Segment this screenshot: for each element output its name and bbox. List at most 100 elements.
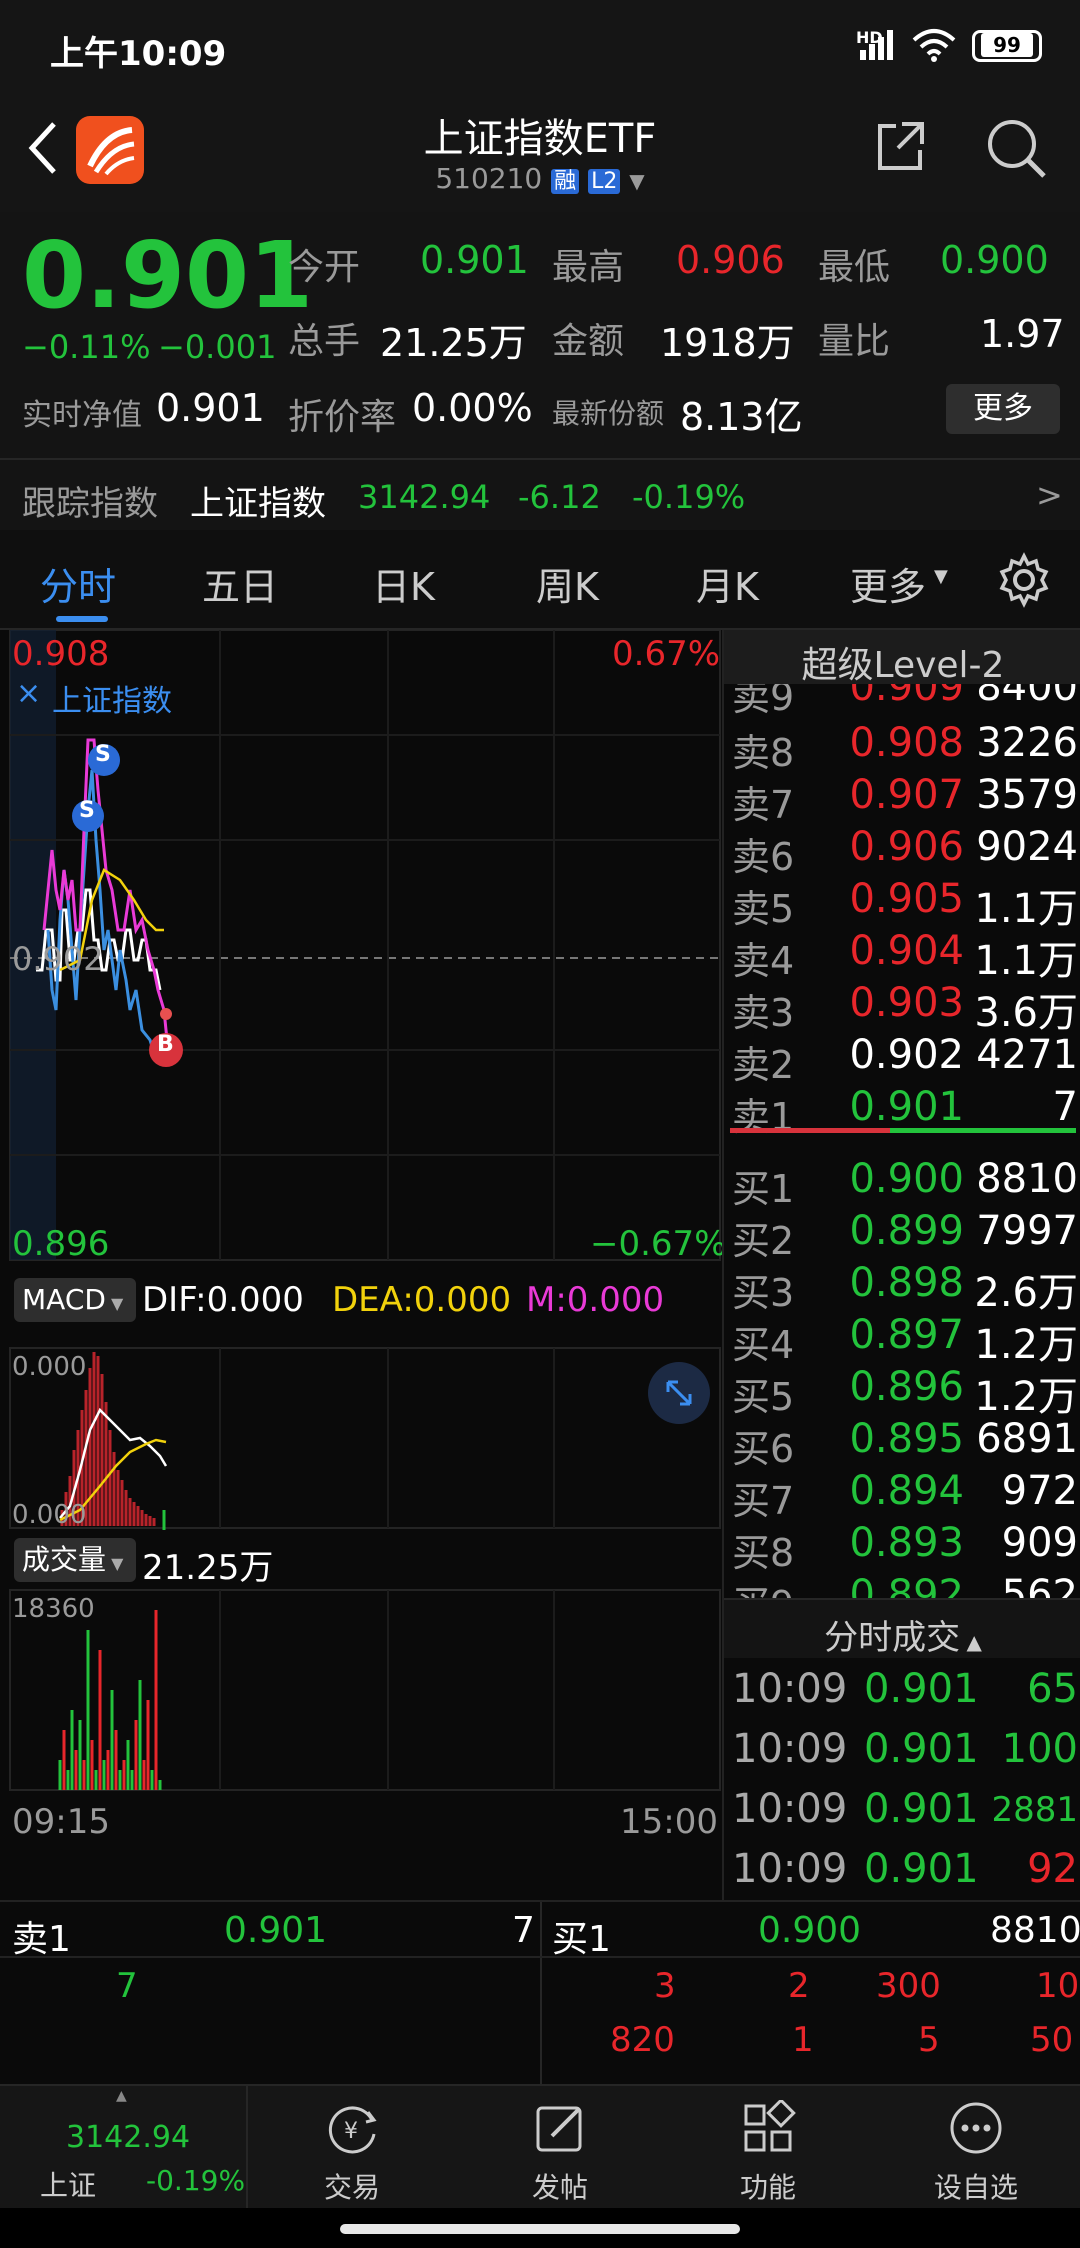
level2-badge: L2 xyxy=(588,169,621,194)
wifi-icon xyxy=(912,29,956,62)
buy-level[interactable]: 买5 0.896 1.2万 xyxy=(724,1362,1080,1420)
home-indicator[interactable] xyxy=(340,2224,740,2234)
queue-divider xyxy=(540,1902,542,2086)
tab-intraday[interactable]: 分时 xyxy=(40,556,116,611)
macd-indicator-button[interactable]: MACD ▼ xyxy=(14,1278,136,1322)
level2-header[interactable]: 超级Level-2 xyxy=(724,630,1080,686)
last-price: 0.901 xyxy=(22,222,314,329)
tick-row: 10:09 0.901 100 xyxy=(732,1726,1078,1772)
more-dots-icon xyxy=(950,2102,1002,2154)
queue-buy-item: 2 xyxy=(788,1966,810,2006)
sell-level[interactable]: 卖2 0.902 4271 xyxy=(724,1030,1080,1087)
overlay-index-label[interactable]: 上证指数 xyxy=(52,676,172,720)
stock-code: 510210 xyxy=(435,162,543,195)
sell-level[interactable]: 卖1 0.901 7 xyxy=(724,1082,1080,1139)
index-ticker-value: 3142.94 xyxy=(66,2120,191,2155)
status-time: 上午10:09 xyxy=(50,34,227,74)
index-ticker-percent: -0.19% xyxy=(146,2164,246,2197)
grid-icon xyxy=(744,2100,796,2152)
buy-level[interactable]: 买2 0.899 7997 xyxy=(724,1206,1080,1263)
level2-title: 超级Level-2 xyxy=(801,645,1005,686)
discount-label: 折价率 xyxy=(288,397,397,438)
status-bar: 上午10:09 HD 99 xyxy=(0,0,1080,96)
track-index-name: 上证指数 xyxy=(190,484,326,524)
time-axis-end: 15:00 xyxy=(620,1802,718,1842)
queue-buy-item: 3 xyxy=(654,1966,676,2006)
macd-m: M:0.000 xyxy=(526,1280,665,1320)
order-book: 超级Level-2 卖9 0.909 8400 卖8 0.908 3226 卖7 0.90… xyxy=(722,630,1080,1900)
tick-row: 10:09 0.901 65 xyxy=(732,1666,1078,1712)
functions-button[interactable]: 功能 xyxy=(668,2086,868,2210)
track-index-label: 跟踪指数 xyxy=(22,484,158,524)
track-index-value: 3142.94 xyxy=(358,478,491,516)
index-ticker[interactable]: ▲ 3142.94 上证 -0.19% xyxy=(0,2086,248,2210)
tab-weekly[interactable]: 周K xyxy=(536,556,599,611)
battery-level: 99 xyxy=(981,33,1033,57)
tab-more-caret-icon: ▼ xyxy=(934,566,948,587)
nav-value: 0.901 xyxy=(156,386,265,430)
queue-sell-price: 0.901 xyxy=(224,1910,328,1951)
more-button[interactable]: 更多 xyxy=(946,384,1060,434)
volume-total: 21.25万 xyxy=(142,1548,274,1588)
divider xyxy=(0,458,1080,460)
sell-level[interactable]: 卖8 0.908 3226 xyxy=(724,718,1080,775)
intraday-chart[interactable]: 0.908 0.67% × 上证指数 0.902 0.896 −0.67% S … xyxy=(0,630,727,1900)
price-axis-mid: 0.902 xyxy=(12,940,104,978)
macd-dea: DEA:0.000 xyxy=(332,1280,512,1320)
sell-level[interactable]: 卖3 0.903 3.6万 xyxy=(724,978,1080,1036)
queue-buy-price: 0.900 xyxy=(758,1910,862,1951)
post-label: 发帖 xyxy=(531,2171,588,2204)
buy-level[interactable]: 买8 0.893 909 xyxy=(724,1518,1080,1575)
buy-pressure-bar xyxy=(890,1128,1076,1133)
queue-buy-item: 5 xyxy=(918,2020,940,2060)
macd-axis-bottom: 0.000 xyxy=(12,1500,87,1530)
expand-chart-icon[interactable] xyxy=(648,1362,710,1424)
trade-button[interactable]: ¥ 交易 xyxy=(252,2086,452,2210)
buy-level[interactable]: 买7 0.894 972 xyxy=(724,1466,1080,1523)
buy-level[interactable]: 买1 0.900 8810 xyxy=(724,1154,1080,1211)
chevron-down-icon[interactable]: ▼ xyxy=(629,169,644,193)
volume-label: 总手 xyxy=(288,321,361,362)
high-value: 0.906 xyxy=(676,238,785,282)
sell-level[interactable]: 卖6 0.906 9024 xyxy=(724,822,1080,879)
discount-value: 0.00% xyxy=(412,386,533,430)
pct-axis-top: 0.67% xyxy=(612,634,721,674)
queue-buy-item: 1 xyxy=(792,2020,814,2060)
tab-five-day[interactable]: 五日 xyxy=(202,556,278,611)
overlay-close-icon[interactable]: × xyxy=(16,676,41,711)
buy-level[interactable]: 买4 0.897 1.2万 xyxy=(724,1310,1080,1368)
buy-marker-icon: B xyxy=(157,1032,174,1057)
tab-monthly[interactable]: 月K xyxy=(696,556,759,611)
queue-sell-volume: 7 xyxy=(512,1910,535,1951)
buy-level[interactable]: 买3 0.898 2.6万 xyxy=(724,1258,1080,1316)
bottom-dock: ▲ 3142.94 上证 -0.19% ¥ 交易 发帖 功能 设自选 xyxy=(0,2084,1080,2210)
buy-levels: 买1 0.900 8810 买2 0.899 7997 买3 0.898 2.6万 买4 0.… xyxy=(724,1140,1080,1640)
buy-level[interactable]: 买6 0.895 6891 xyxy=(724,1414,1080,1471)
share-icon[interactable] xyxy=(872,118,928,174)
sell-marker-icon: S xyxy=(79,798,95,823)
tab-indicator xyxy=(56,616,108,622)
sell-level-9-partial: 卖9 0.909 8400 xyxy=(732,684,1078,719)
macd-axis-top: 0.000 xyxy=(12,1352,87,1382)
track-index-row[interactable]: 跟踪指数 上证指数 3142.94 -6.12 -0.19% > xyxy=(0,462,1080,530)
search-icon[interactable] xyxy=(984,116,1048,180)
settings-gear-icon[interactable] xyxy=(996,552,1052,608)
caret-up-icon: ▲ xyxy=(116,2088,127,2104)
tab-daily[interactable]: 日K xyxy=(372,556,435,611)
volume-ratio-value: 1.97 xyxy=(980,312,1065,356)
nav-label: 实时净值 xyxy=(22,398,142,433)
change-amount: −0.001 xyxy=(158,328,277,366)
chart-canvas xyxy=(9,630,721,1791)
ticks-header[interactable]: 分时成交 ▲ xyxy=(724,1598,1080,1658)
volume-ratio-label: 量比 xyxy=(818,321,891,362)
shares-label: 最新份额 xyxy=(552,397,665,430)
sell-level[interactable]: 卖4 0.904 1.1万 xyxy=(724,926,1080,984)
post-button[interactable]: 发帖 xyxy=(460,2086,660,2210)
open-value: 0.901 xyxy=(420,238,529,282)
sell-level[interactable]: 卖7 0.907 3579 xyxy=(724,770,1080,827)
tab-more[interactable]: 更多 xyxy=(850,556,926,611)
add-watchlist-button[interactable]: 设自选 xyxy=(876,2086,1076,2210)
volume-indicator-button[interactable]: 成交量 ▼ xyxy=(14,1538,136,1582)
sell-level[interactable]: 卖5 0.905 1.1万 xyxy=(724,874,1080,932)
sell-marker-icon: S xyxy=(95,742,111,767)
